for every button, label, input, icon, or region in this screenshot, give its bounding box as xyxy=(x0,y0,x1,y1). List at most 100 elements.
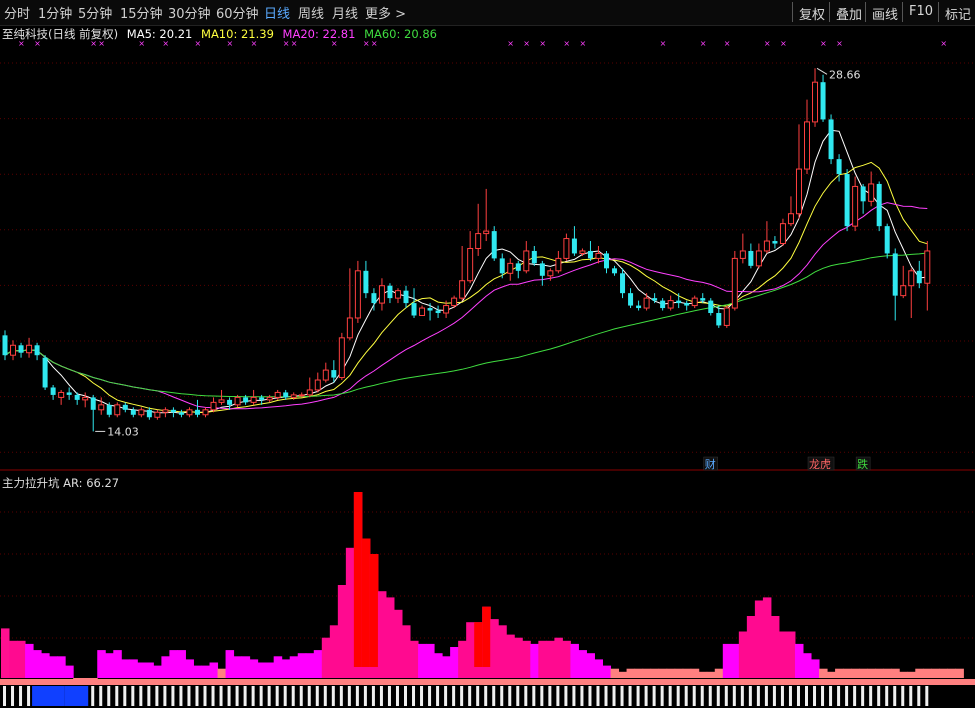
candle-body-up xyxy=(483,230,490,235)
candle-body-up xyxy=(394,290,401,299)
indicator-bar xyxy=(129,659,138,678)
bottom-tick xyxy=(211,686,215,706)
indicator-bar xyxy=(201,665,211,678)
indicator-bar xyxy=(289,656,299,678)
kline-chart[interactable]: 28.6614.03× × × × × × × × × × × × × × × × × × × × × × × × × × ×财 龙虎… xyxy=(0,0,975,708)
indicator-bar xyxy=(778,631,788,678)
candle-body-up xyxy=(154,411,161,418)
candle-body-down xyxy=(636,305,642,309)
candle-body-down xyxy=(531,250,537,264)
bottom-tick xyxy=(291,686,295,706)
candle-body-up xyxy=(234,396,241,406)
indicator-bar xyxy=(41,653,50,678)
indicator-bar xyxy=(161,656,170,678)
candle-body-up xyxy=(443,305,450,314)
event-x-marker: × xyxy=(940,39,947,48)
bottom-tick xyxy=(548,686,552,706)
candle-body-up xyxy=(378,285,385,304)
indicator-bar xyxy=(57,656,66,678)
candle-body-up xyxy=(354,270,361,319)
bottom-tick xyxy=(500,686,504,706)
candle-body-down xyxy=(243,397,249,403)
indicator-bar xyxy=(458,640,467,678)
candle-body-down xyxy=(860,186,866,202)
indicator-bar xyxy=(1,628,10,678)
bottom-tick xyxy=(347,686,351,706)
bottom-tick xyxy=(708,686,712,706)
bottom-tick xyxy=(652,686,656,706)
bottom-tick xyxy=(107,686,111,706)
indicator-bar xyxy=(875,668,884,678)
indicator-bar xyxy=(827,671,836,678)
bottom-tick xyxy=(163,686,167,706)
indicator-bar xyxy=(121,659,130,678)
candle-body-down xyxy=(820,82,826,120)
indicator-bar xyxy=(442,656,451,678)
candle-body-up xyxy=(763,240,770,252)
bottom-tick xyxy=(636,686,640,706)
indicator-bar xyxy=(530,643,539,678)
indicator-bar xyxy=(658,668,668,678)
bottom-tick xyxy=(925,686,929,706)
indicator-bar xyxy=(851,668,860,678)
candle-body-up xyxy=(779,223,786,245)
indicator-bar xyxy=(225,650,235,678)
bottom-tick xyxy=(724,686,728,706)
candle-body-up xyxy=(451,297,458,307)
indicator-bar xyxy=(867,668,876,678)
bottom-tick xyxy=(780,686,784,706)
candle-body-down xyxy=(74,394,80,400)
indicator-bar xyxy=(233,656,243,678)
indicator-bar xyxy=(594,659,603,678)
event-x-marker: × xyxy=(700,39,707,48)
candle-body-down xyxy=(748,250,754,266)
candle-body-down xyxy=(18,345,24,353)
event-x-marker: × xyxy=(98,39,105,48)
event-x-marker: × xyxy=(579,39,586,48)
candle-body-down xyxy=(106,404,112,415)
indicator-bar xyxy=(426,643,435,678)
candle-body-down xyxy=(227,399,233,405)
candle-body-down xyxy=(828,119,834,160)
indicator-bar xyxy=(762,597,772,678)
indicator-bar xyxy=(17,640,26,678)
candle-body-up xyxy=(186,409,193,416)
indicator-bar xyxy=(97,650,106,678)
candle-body-up xyxy=(58,391,65,398)
indicator-bar xyxy=(618,671,628,678)
indicator-bar xyxy=(9,640,18,678)
bottom-tick xyxy=(171,686,175,706)
candle-body-down xyxy=(387,285,393,299)
indicator-highlight-bar xyxy=(361,538,371,667)
indicator-bar xyxy=(915,668,924,678)
bottom-blue-block xyxy=(32,686,65,706)
candle-body-down xyxy=(571,238,577,254)
indicator-bar xyxy=(674,668,684,678)
candle-body-down xyxy=(708,300,714,314)
bottom-tick xyxy=(307,686,311,706)
indicator-bar xyxy=(377,591,387,678)
bottom-tick xyxy=(564,686,568,706)
candle-body-down xyxy=(684,303,690,306)
indicator-bar xyxy=(746,616,756,678)
candle-body-up xyxy=(98,404,105,411)
bottom-tick xyxy=(243,686,247,706)
candle-body-up xyxy=(26,344,33,354)
indicator-bar xyxy=(939,668,948,678)
bottom-tick xyxy=(323,686,327,706)
indicator-bar xyxy=(923,668,932,678)
bottom-tick xyxy=(764,686,768,706)
bottom-tick xyxy=(379,686,383,706)
candle-body-down xyxy=(772,241,778,244)
indicator-baseline xyxy=(0,679,975,685)
bottom-tick xyxy=(299,686,303,706)
indicator-bar xyxy=(843,668,852,678)
bottom-tick xyxy=(492,686,496,706)
indicator-bar xyxy=(466,622,475,678)
bottom-tick xyxy=(572,686,576,706)
bottom-tick xyxy=(740,686,744,706)
bottom-tick xyxy=(123,686,127,706)
bottom-tick xyxy=(436,686,440,706)
candle-body-up xyxy=(218,399,225,403)
event-x-marker: × xyxy=(539,39,546,48)
